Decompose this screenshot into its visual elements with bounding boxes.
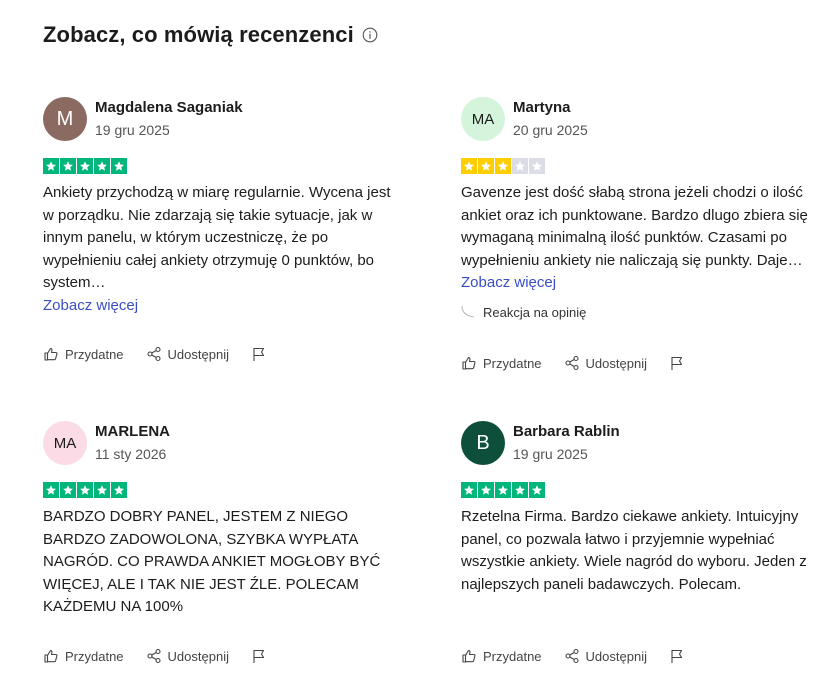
star-icon — [60, 482, 76, 498]
star-icon — [94, 482, 110, 498]
review-card: MA MARLENA 11 sty 2026 BARDZO DOBRY PANE… — [43, 420, 403, 619]
reply-curve-icon — [461, 306, 475, 319]
flag-icon — [671, 649, 683, 663]
useful-label: Przydatne — [483, 648, 542, 664]
share-label: Udostępnij — [167, 648, 229, 664]
share-button[interactable]: Udostępnij — [146, 648, 229, 664]
review-header: MA MARLENA 11 sty 2026 — [43, 420, 403, 466]
star-icon — [529, 482, 545, 498]
star-icon — [77, 158, 93, 174]
reviewer-name[interactable]: Martyna — [513, 98, 588, 118]
share-icon — [564, 648, 579, 664]
useful-button[interactable]: Przydatne — [43, 346, 124, 362]
star-icon — [495, 158, 511, 174]
review-text: Rzetelna Firma. Bardzo ciekawe ankiety. … — [461, 508, 807, 593]
share-icon — [146, 346, 161, 362]
star-rating — [461, 482, 821, 498]
review-date: 20 gru 2025 — [513, 122, 588, 138]
review-date: 19 gru 2025 — [513, 446, 588, 462]
review-actions: Przydatne Udostępnij — [43, 648, 289, 664]
avatar[interactable]: MA — [43, 421, 87, 465]
review-actions: Przydatne Udostępnij — [461, 355, 707, 371]
reviewer-name[interactable]: Magdalena Saganiak — [95, 98, 243, 118]
star-icon — [94, 158, 110, 174]
share-icon — [564, 355, 579, 371]
thumbs-up-icon — [462, 649, 476, 663]
review-card: MA Martyna 20 gru 2025 Gavenze jest dość… — [461, 96, 821, 320]
useful-label: Przydatne — [65, 648, 124, 664]
see-more-link[interactable]: Zobacz więcej — [43, 295, 403, 318]
useful-button[interactable]: Przydatne — [43, 648, 124, 664]
section-header: Zobacz, co mówią recenzenci — [43, 22, 378, 48]
review-text: Gavenze jest dość słabą strona jeżeli ch… — [461, 184, 808, 292]
star-icon — [461, 158, 477, 174]
star-rating — [461, 158, 821, 174]
flag-icon — [253, 347, 265, 361]
review-text: BARDZO DOBRY PANEL, JESTEM Z NIEGO BARDZ… — [43, 508, 381, 616]
review-actions: Przydatne Udostępnij — [461, 648, 707, 664]
thumbs-up-icon — [462, 356, 476, 370]
flag-icon — [671, 356, 683, 370]
reviewer-name[interactable]: MARLENA — [95, 422, 170, 442]
review-text: Ankiety przychodzą w miarę regularnie. W… — [43, 182, 403, 318]
see-more-link[interactable]: Zobacz więcej — [461, 274, 556, 291]
star-icon — [478, 158, 494, 174]
share-icon — [146, 648, 161, 664]
share-button[interactable]: Udostępnij — [146, 346, 229, 362]
avatar-initials: M — [56, 107, 74, 130]
review-header: B Barbara Rablin 19 gru 2025 — [461, 420, 821, 466]
useful-button[interactable]: Przydatne — [461, 648, 542, 664]
review-date: 11 sty 2026 — [95, 446, 167, 462]
star-icon — [461, 482, 477, 498]
review-card: B Barbara Rablin 19 gru 2025 Rzetelna Fi… — [461, 420, 821, 596]
review-actions: Przydatne Udostępnij — [43, 346, 289, 362]
star-icon — [512, 158, 528, 174]
avatar[interactable]: MA — [461, 97, 505, 141]
review-date: 19 gru 2025 — [95, 122, 170, 138]
avatar-initials: B — [476, 431, 490, 454]
star-icon — [111, 158, 127, 174]
reaction-label: Reakcja na opinię — [483, 304, 587, 320]
star-icon — [111, 482, 127, 498]
star-rating — [43, 482, 403, 498]
review-card: M Magdalena Saganiak 19 gru 2025 Ankiety… — [43, 96, 403, 318]
report-button[interactable] — [251, 346, 267, 362]
star-icon — [77, 482, 93, 498]
star-icon — [495, 482, 511, 498]
star-rating — [43, 158, 403, 174]
thumbs-up-icon — [44, 649, 58, 663]
avatar-initials: MA — [471, 110, 495, 128]
review-header: M Magdalena Saganiak 19 gru 2025 — [43, 96, 403, 142]
report-button[interactable] — [669, 355, 685, 371]
star-icon — [512, 482, 528, 498]
section-title: Zobacz, co mówią recenzenci — [43, 22, 354, 47]
star-icon — [529, 158, 545, 174]
report-button[interactable] — [251, 648, 267, 664]
useful-button[interactable]: Przydatne — [461, 355, 542, 371]
useful-label: Przydatne — [483, 355, 542, 371]
avatar[interactable]: B — [461, 421, 505, 465]
thumbs-up-icon — [44, 347, 58, 361]
share-label: Udostępnij — [585, 648, 647, 664]
share-label: Udostępnij — [585, 355, 647, 371]
share-button[interactable]: Udostępnij — [564, 648, 647, 664]
share-label: Udostępnij — [167, 346, 229, 362]
review-header: MA Martyna 20 gru 2025 — [461, 96, 821, 142]
share-button[interactable]: Udostępnij — [564, 355, 647, 371]
star-icon — [43, 158, 59, 174]
company-reply-toggle[interactable]: Reakcja na opinię — [461, 305, 821, 320]
star-icon — [60, 158, 76, 174]
star-icon — [43, 482, 59, 498]
star-icon — [478, 482, 494, 498]
avatar-initials: MA — [53, 434, 77, 452]
flag-icon — [253, 649, 265, 663]
useful-label: Przydatne — [65, 346, 124, 362]
info-icon[interactable] — [362, 27, 378, 43]
avatar[interactable]: M — [43, 97, 87, 141]
reviewer-name[interactable]: Barbara Rablin — [513, 422, 620, 442]
report-button[interactable] — [669, 648, 685, 664]
